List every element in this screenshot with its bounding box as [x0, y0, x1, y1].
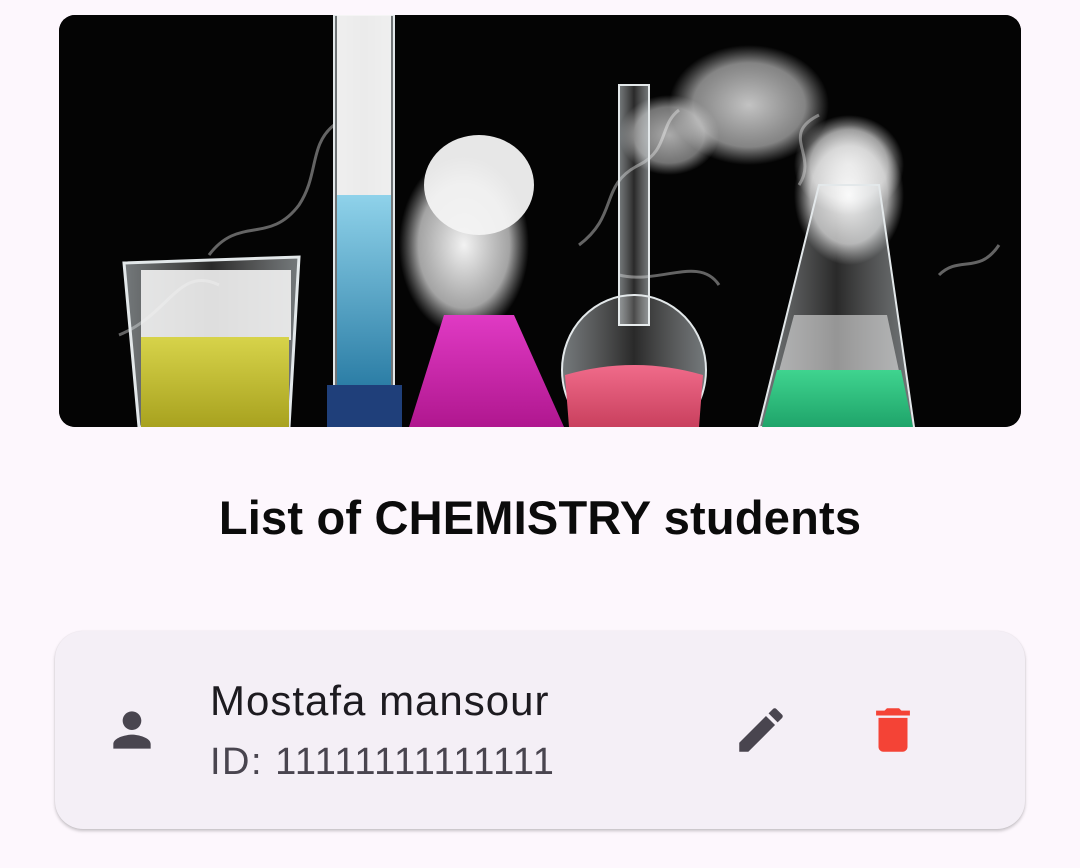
trash-icon [876, 708, 910, 752]
student-list-screen: List of CHEMISTRY students Mostafa manso… [0, 0, 1080, 868]
delete-student-button[interactable] [857, 694, 929, 766]
edit-student-button[interactable] [725, 694, 797, 766]
chemistry-hero-image [59, 15, 1021, 427]
pencil-icon [739, 708, 783, 752]
student-name: Mostafa mansour [210, 677, 550, 724]
page-title: List of CHEMISTRY students [218, 491, 862, 544]
student-id: ID: 11111111111111 [210, 741, 556, 783]
person-icon [113, 711, 151, 749]
